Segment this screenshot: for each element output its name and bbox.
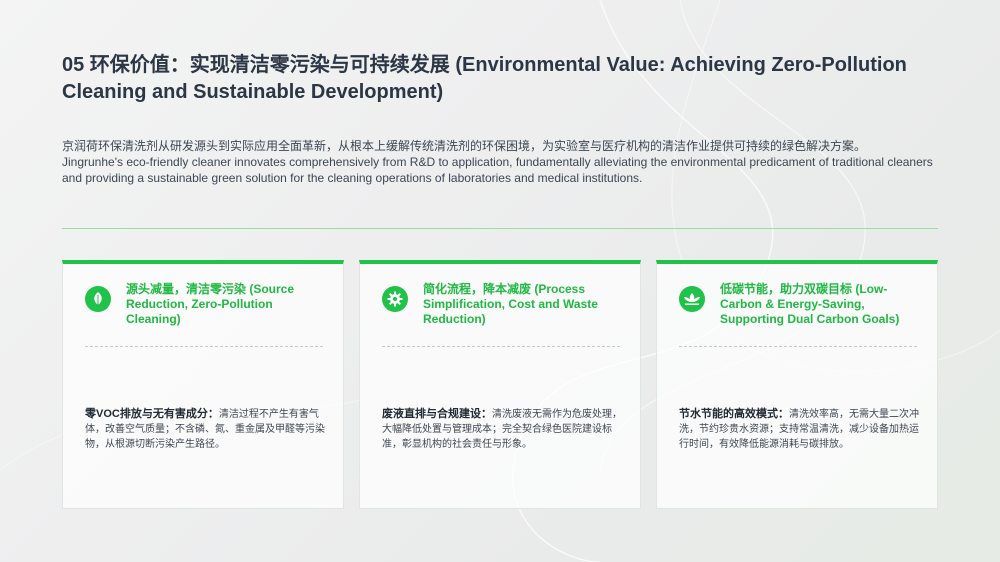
card-divider bbox=[382, 346, 620, 347]
card-title: 低碳节能，助力双碳目标 (Low-Carbon & Energy-Saving,… bbox=[720, 282, 900, 326]
card-low-carbon: 低碳节能，助力双碳目标 (Low-Carbon & Energy-Saving,… bbox=[656, 260, 938, 509]
card-body: 废液直排与合规建设：清洗废液无需作为危废处理，大幅降低处置与管理成本；完全契合绿… bbox=[382, 407, 622, 452]
card-process-simplification: 简化流程，降本减废 (Process Simplification, Cost … bbox=[359, 260, 641, 509]
card-divider bbox=[85, 346, 323, 347]
card-body: 零VOC排放与无有害成分：清洁过程不产生有害气体，改善空气质量；不含磷、氮、重金… bbox=[85, 407, 325, 452]
card-title: 简化流程，降本减废 (Process Simplification, Cost … bbox=[423, 282, 598, 326]
section-divider bbox=[62, 228, 938, 229]
intro-en: Jingrunhe's eco-friendly cleaner innovat… bbox=[62, 155, 933, 185]
intro: 京润荷环保清洗剂从研发源头到实际应用全面革新，从根本上缓解传统清洗剂的环保困境，… bbox=[62, 138, 942, 186]
page-title: 05 环保价值：实现清洁零污染与可持续发展 (Environmental Val… bbox=[62, 54, 907, 103]
card-body-label: 节水节能的高效模式： bbox=[679, 408, 789, 420]
card-source-reduction: 源头减量，清洁零污染 (Source Reduction, Zero-Pollu… bbox=[62, 260, 344, 509]
card-divider bbox=[679, 346, 917, 347]
card-body-label: 零VOC排放与无有害成分： bbox=[85, 408, 219, 420]
card-header: 源头减量，清洁零污染 (Source Reduction, Zero-Pollu… bbox=[85, 282, 323, 327]
card-body: 节水节能的高效模式：清洗效率高，无需大量二次冲洗，节约珍贵水资源；支持常温清洗，… bbox=[679, 407, 919, 452]
lotus-icon bbox=[679, 286, 705, 312]
intro-zh: 京润荷环保清洗剂从研发源头到实际应用全面革新，从根本上缓解传统清洗剂的环保困境，… bbox=[62, 139, 867, 153]
card-header: 简化流程，降本减废 (Process Simplification, Cost … bbox=[382, 282, 620, 327]
card-title: 源头减量，清洁零污染 (Source Reduction, Zero-Pollu… bbox=[126, 282, 295, 326]
gear-icon bbox=[382, 286, 408, 312]
card-header: 低碳节能，助力双碳目标 (Low-Carbon & Energy-Saving,… bbox=[679, 282, 917, 327]
card-body-label: 废液直排与合规建设： bbox=[382, 408, 492, 420]
leaf-icon bbox=[85, 286, 111, 312]
